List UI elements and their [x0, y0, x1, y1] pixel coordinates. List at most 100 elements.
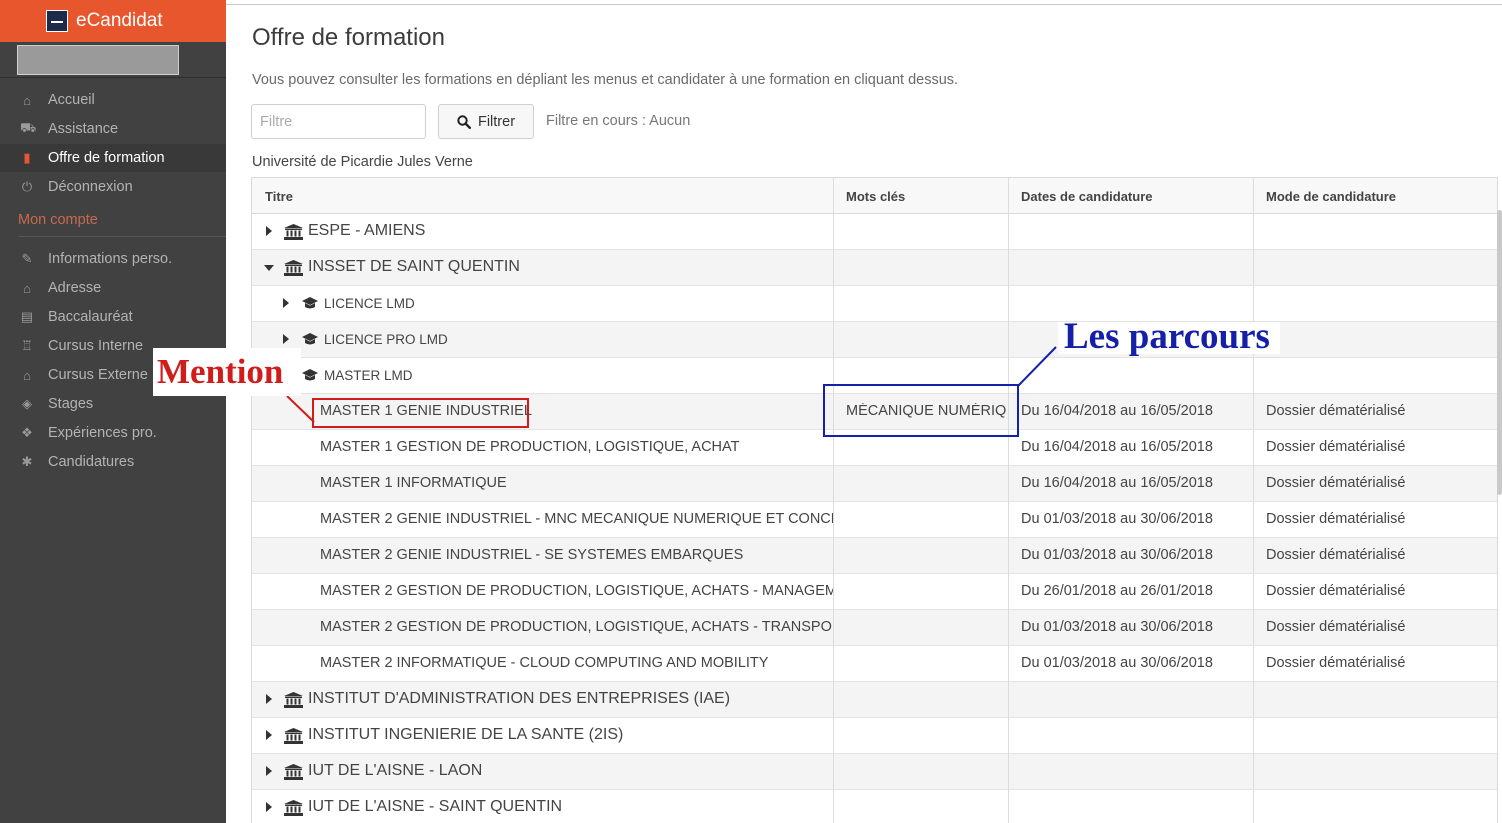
app-name: eCandidat [76, 10, 163, 31]
institution-icon: ♖ [21, 338, 33, 353]
top-border [226, 4, 1502, 5]
sidebar-item-offre-de-formation[interactable]: ▮ Offre de formation [0, 144, 226, 172]
home-icon: ⌂ [23, 92, 31, 108]
table-row[interactable]: MASTER 1 INFORMATIQUE Du 16/04/2018 au 16… [252, 466, 1497, 502]
expand-arrow-icon[interactable] [266, 730, 272, 740]
table-row[interactable]: INSTITUT INGENIERIE DE LA SANTE (2IS) [252, 718, 1497, 754]
column-header-mots-cles[interactable]: Mots clés [846, 189, 905, 204]
graduation-cap-icon [302, 297, 318, 314]
column-header-mode[interactable]: Mode de candidature [1266, 189, 1396, 204]
table-row[interactable]: IUT DE L'AISNE - SAINT QUENTIN [252, 790, 1497, 823]
row-dates: Du 16/04/2018 au 16/05/2018 [1021, 439, 1213, 455]
app-logo-icon [46, 10, 68, 32]
sidebar-item-candidatures[interactable]: ✱ Candidatures [0, 448, 226, 476]
row-title: ESPE - AMIENS [308, 222, 426, 239]
graduation-cap-icon [302, 369, 318, 386]
annotation-parcours-box [823, 384, 1019, 437]
table-row[interactable]: MASTER 2 GESTION DE PRODUCTION, LOGISTIQ… [252, 574, 1497, 610]
row-title: LICENCE LMD [324, 296, 415, 311]
expand-arrow-icon[interactable] [266, 802, 272, 812]
institution-icon [284, 260, 303, 280]
asterisk-icon: ✱ [21, 454, 33, 469]
table-row[interactable]: LICENCE PRO LMD [252, 322, 1497, 358]
table-row[interactable]: MASTER 2 GENIE INDUSTRIEL - MNC MECANIQU… [252, 502, 1497, 538]
sidebar-item-exp-riences-pro[interactable]: ❖ Expériences pro. [0, 419, 226, 447]
row-title: INSTITUT D'ADMINISTRATION DES ENTREPRISE… [308, 690, 731, 707]
sidebar-item-label: Expériences pro. [48, 425, 157, 441]
column-header-titre[interactable]: Titre [265, 189, 293, 204]
sidebar-item-label: Déconnexion [48, 179, 133, 195]
table-header: Titre Mots clés Dates de candidature Mod… [252, 178, 1497, 214]
sidebar-item-label: Accueil [48, 92, 95, 108]
sidebar-item-informations-perso[interactable]: ✎ Informations perso. [0, 245, 226, 273]
row-dates: Du 01/03/2018 au 30/06/2018 [1021, 619, 1213, 635]
sidebar-item-baccalaur-at[interactable]: ▤ Baccalauréat [0, 303, 226, 331]
table-row[interactable]: LICENCE LMD [252, 286, 1497, 322]
collapse-arrow-icon[interactable] [264, 265, 274, 271]
sidebar-item-label: Informations perso. [48, 251, 173, 267]
row-title: MASTER 2 INFORMATIQUE - CLOUD COMPUTING … [320, 655, 769, 671]
sidebar-item-label: Stages [48, 396, 94, 412]
sidebar-item-label: Assistance [48, 121, 119, 137]
table-row[interactable]: INSSET DE SAINT QUENTIN [252, 250, 1497, 286]
sidebar-item-label: Cursus Externe [48, 367, 148, 383]
filter-input[interactable] [251, 104, 426, 139]
filter-button-label: Filtrer [477, 113, 516, 130]
search-icon [457, 114, 471, 129]
row-title: MASTER LMD [324, 368, 413, 383]
expand-arrow-icon[interactable] [266, 694, 272, 704]
sidebar-item-adresse[interactable]: ⌂ Adresse [0, 274, 226, 302]
expand-arrow-icon[interactable] [266, 766, 272, 776]
column-header-dates[interactable]: Dates de candidature [1021, 189, 1153, 204]
row-mode: Dossier dématérialisé [1266, 511, 1406, 527]
page-description: Vous pouvez consulter les formations en … [252, 72, 959, 88]
institution-icon [284, 224, 303, 244]
table-row[interactable]: MASTER 2 INFORMATIQUE - CLOUD COMPUTING … [252, 646, 1497, 682]
cubes-icon: ❖ [21, 425, 33, 440]
book-icon: ▤ [20, 309, 34, 324]
sidebar-item-label: Cursus Interne [48, 338, 144, 354]
sidebar-item-accueil[interactable]: ⌂ Accueil [0, 86, 226, 114]
row-mode: Dossier dématérialisé [1266, 403, 1406, 419]
row-mode: Dossier dématérialisé [1266, 655, 1406, 671]
table-row[interactable]: INSTITUT D'ADMINISTRATION DES ENTREPRISE… [252, 682, 1497, 718]
bookmark-icon: ▮ [23, 150, 31, 165]
institution-icon [284, 728, 303, 748]
table-row[interactable]: IUT DE L'AISNE - LAON [252, 754, 1497, 790]
row-title: MASTER 2 GENIE INDUSTRIEL - SE SYSTEMES … [320, 547, 744, 563]
row-dates: Du 26/01/2018 au 26/01/2018 [1021, 583, 1213, 599]
institution-icon [284, 800, 303, 820]
filter-button[interactable]: Filtrer [438, 104, 534, 139]
table-row[interactable]: MASTER 2 GENIE INDUSTRIEL - SE SYSTEMES … [252, 538, 1497, 574]
table-scrollbar[interactable] [1497, 210, 1502, 495]
user-box [17, 45, 179, 75]
row-title: MASTER 2 GESTION DE PRODUCTION, LOGISTIQ… [320, 583, 833, 599]
sidebar-item-assistance[interactable]: ⛟ Assistance [0, 115, 226, 143]
sidebar: eCandidat ⌂ Accueil ⛟ Assistance ▮ Offre de f… [0, 0, 226, 823]
expand-arrow-icon[interactable] [266, 226, 272, 236]
cube-icon: ◈ [22, 396, 32, 411]
column-divider [833, 178, 834, 823]
row-title: MASTER 1 GESTION DE PRODUCTION, LOGISTIQ… [320, 439, 740, 455]
section-divider [18, 236, 226, 237]
row-mode: Dossier dématérialisé [1266, 583, 1406, 599]
row-title: INSTITUT INGENIERIE DE LA SANTE (2IS) [308, 726, 624, 743]
graduation-cap-icon [302, 333, 318, 350]
sidebar-item-d-connexion[interactable]: ⏻ Déconnexion [0, 173, 226, 201]
university-name: Université de Picardie Jules Verne [252, 154, 473, 170]
column-divider [1008, 178, 1009, 823]
table-row[interactable]: ESPE - AMIENS [252, 214, 1497, 250]
row-mode: Dossier dématérialisé [1266, 439, 1406, 455]
row-title: MASTER 1 INFORMATIQUE [320, 475, 507, 491]
expand-arrow-icon[interactable] [283, 298, 289, 308]
row-mode: Dossier dématérialisé [1266, 547, 1406, 563]
sidebar-item-label: Candidatures [48, 454, 135, 470]
sidebar-divider [0, 77, 226, 78]
graduation-cap-icon: ⌂ [23, 367, 31, 383]
row-dates: Du 16/04/2018 au 16/05/2018 [1021, 403, 1213, 419]
app-brand[interactable]: eCandidat [0, 0, 226, 42]
expand-arrow-icon[interactable] [283, 334, 289, 344]
page-title: Offre de formation [252, 24, 445, 51]
row-dates: Du 01/03/2018 au 30/06/2018 [1021, 511, 1213, 527]
table-row[interactable]: MASTER 2 GESTION DE PRODUCTION, LOGISTIQ… [252, 610, 1497, 646]
